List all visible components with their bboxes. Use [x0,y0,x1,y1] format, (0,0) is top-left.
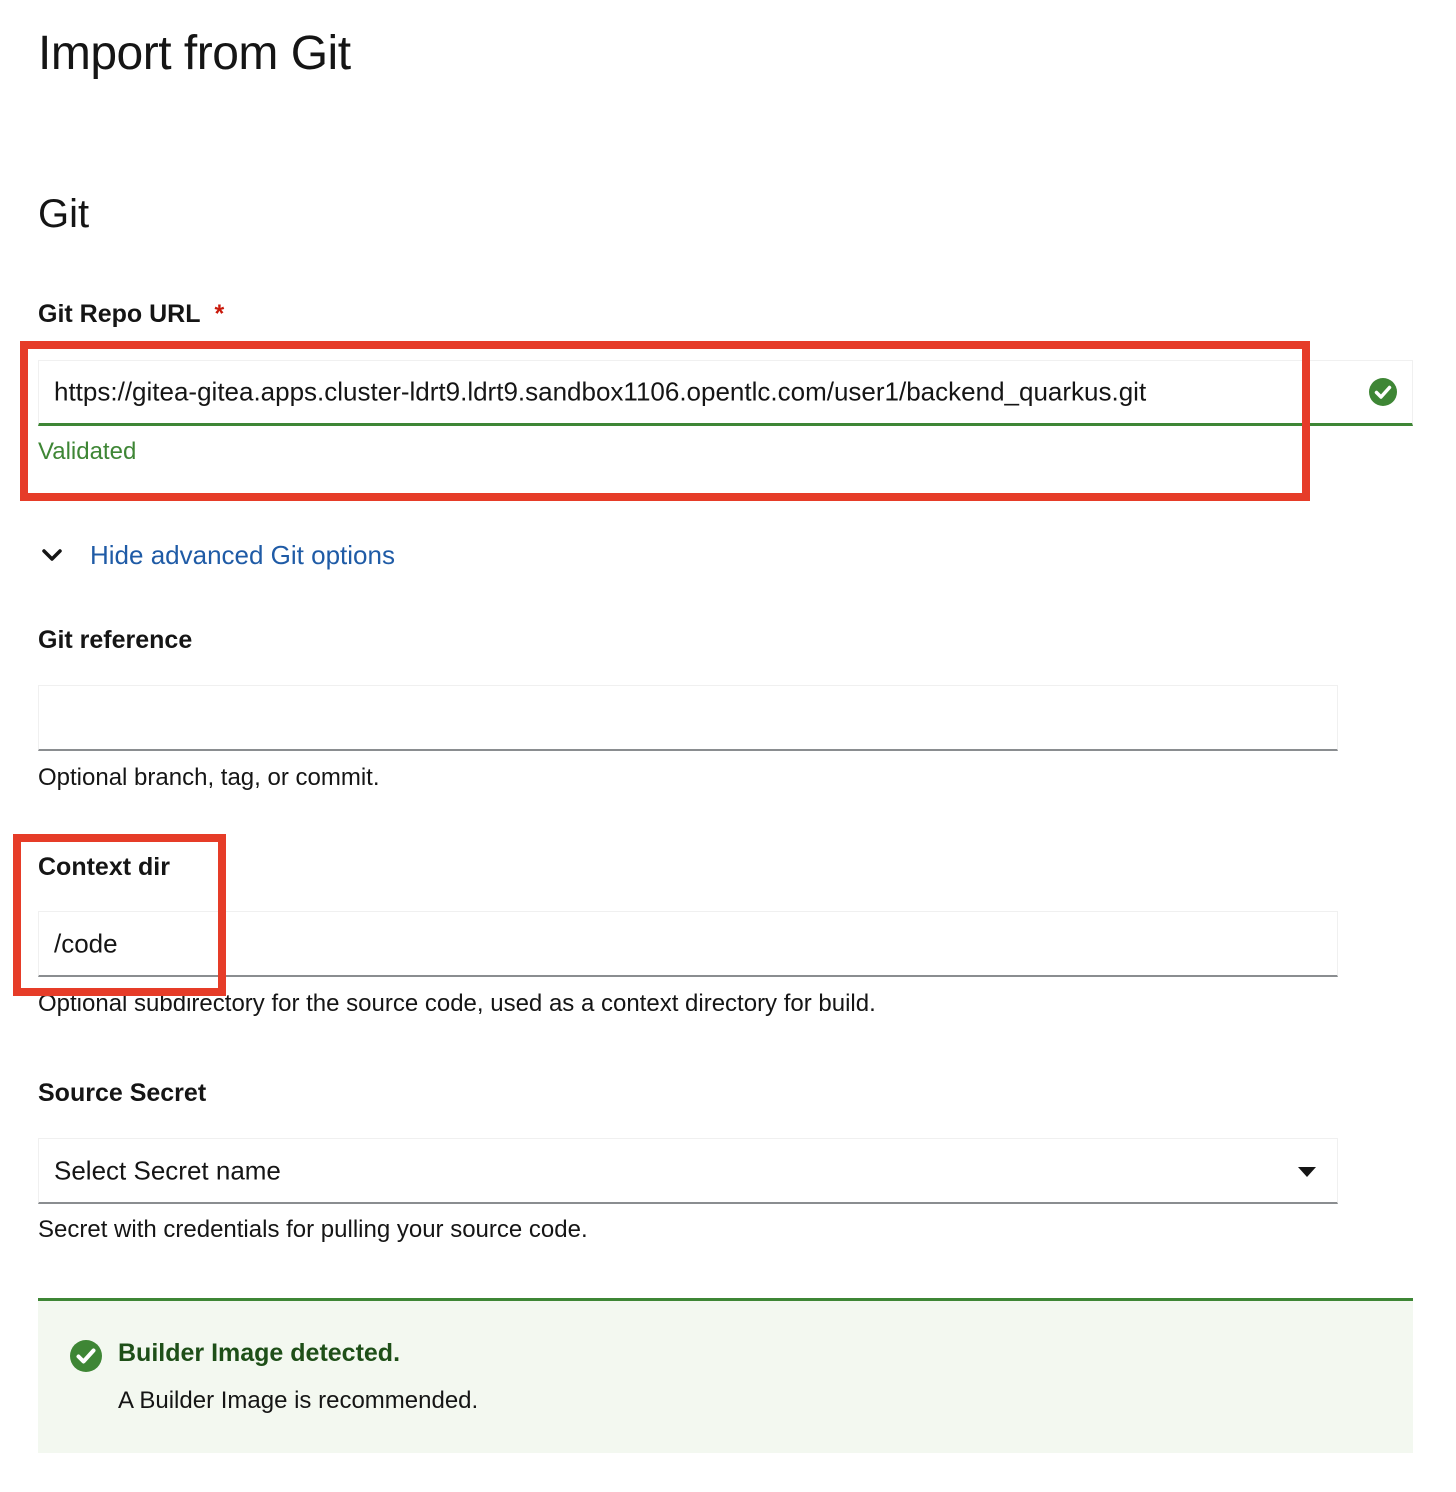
page-title: Import from Git [38,27,351,80]
git-repo-url-label: Git Repo URL * [38,300,224,329]
git-repo-url-label-text: Git Repo URL [38,300,201,328]
source-secret-select[interactable]: Select Secret name [38,1138,1338,1204]
source-secret-helper: Secret with credentials for pulling your… [38,1216,588,1243]
alert-description: A Builder Image is recommended. [118,1387,479,1414]
source-secret-label: Source Secret [38,1079,207,1107]
git-repo-url-value: https://gitea-gitea.apps.cluster-ldrt9.l… [54,376,1147,407]
source-secret-selected-value: Select Secret name [54,1155,281,1185]
git-repo-url-status: Validated [38,438,137,465]
context-dir-helper: Optional subdirectory for the source cod… [38,990,876,1017]
required-marker: * [214,300,225,328]
context-dir-label: Context dir [38,853,170,881]
chevron-down-icon [38,541,66,569]
git-repo-url-input[interactable]: https://gitea-gitea.apps.cluster-ldrt9.l… [38,360,1413,426]
check-circle-icon [69,1339,103,1373]
context-dir-value: /code [54,928,118,958]
section-title-git: Git [38,192,90,236]
hide-advanced-git-options-label: Hide advanced Git options [90,539,395,570]
hide-advanced-git-options-toggle[interactable]: Hide advanced Git options [38,534,395,576]
git-reference-input[interactable] [38,685,1338,751]
builder-image-alert: Builder Image detected. A Builder Image … [38,1298,1413,1453]
caret-down-icon [1297,1165,1317,1177]
git-reference-label: Git reference [38,626,193,654]
check-circle-icon [1368,377,1398,407]
alert-title: Builder Image detected. [118,1339,401,1367]
context-dir-input[interactable]: /code [38,911,1338,977]
git-reference-helper: Optional branch, tag, or commit. [38,764,380,791]
